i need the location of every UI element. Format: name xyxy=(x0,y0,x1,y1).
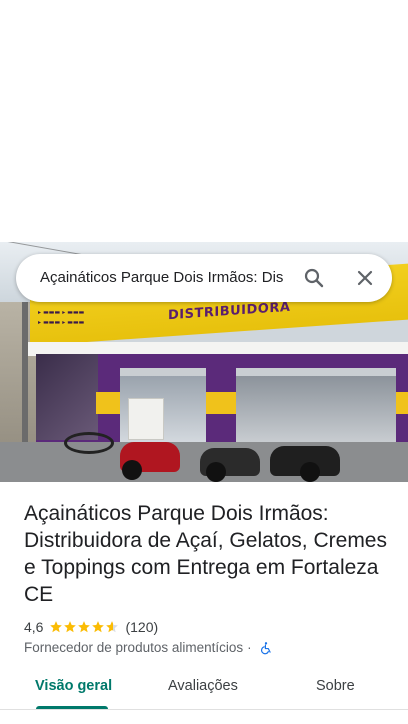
star-half-icon xyxy=(106,621,119,633)
star-icon xyxy=(64,621,77,633)
close-icon[interactable] xyxy=(353,266,377,290)
photo-wheel xyxy=(300,462,320,482)
search-icon[interactable] xyxy=(302,266,326,290)
place-tabs: Visão geral Avaliações Sobre xyxy=(0,668,408,710)
rating-row[interactable]: 4,6 (120) xyxy=(24,619,158,635)
search-bar[interactable]: Açainátic​os Parque Dois Irmãos: Dis xyxy=(16,254,392,302)
photo-pole xyxy=(22,302,28,442)
photo-wheel xyxy=(122,460,142,480)
separator-dot: · xyxy=(247,640,252,655)
photo-sign-small-text: ▸ ▬▬▬ ▸ ▬▬▬ ▸ ▬▬▬ ▸ ▬▬▬ xyxy=(38,309,85,326)
star-icon xyxy=(92,621,105,633)
map-area-blank xyxy=(0,0,408,242)
star-icon xyxy=(50,621,63,633)
photo-boxes xyxy=(128,398,164,440)
rating-value: 4,6 xyxy=(24,619,44,635)
rating-stars xyxy=(49,620,119,634)
review-count[interactable]: (120) xyxy=(125,619,158,635)
photo-mural xyxy=(36,354,98,440)
photo-door-right xyxy=(236,368,396,450)
photo-wheel xyxy=(206,462,226,482)
photo-bicycle xyxy=(64,432,114,454)
tab-about[interactable]: Sobre xyxy=(316,678,355,694)
place-title: Açainátic​os Parque Dois Irmãos: Distrib… xyxy=(24,502,387,606)
tabs-divider xyxy=(0,709,408,710)
tab-overview[interactable]: Visão geral xyxy=(35,678,112,694)
search-query-text[interactable]: Açainátic​os Parque Dois Irmãos: Dis xyxy=(40,269,304,286)
category-row: Fornecedor de produtos alimentícios · xyxy=(24,640,273,655)
place-info-panel: Açainátic​os Parque Dois Irmãos: Distrib… xyxy=(0,482,408,724)
wheelchair-icon xyxy=(260,641,271,654)
tab-reviews[interactable]: Avaliações xyxy=(168,678,238,694)
place-category[interactable]: Fornecedor de produtos alimentícios xyxy=(24,640,243,655)
star-icon xyxy=(78,621,91,633)
